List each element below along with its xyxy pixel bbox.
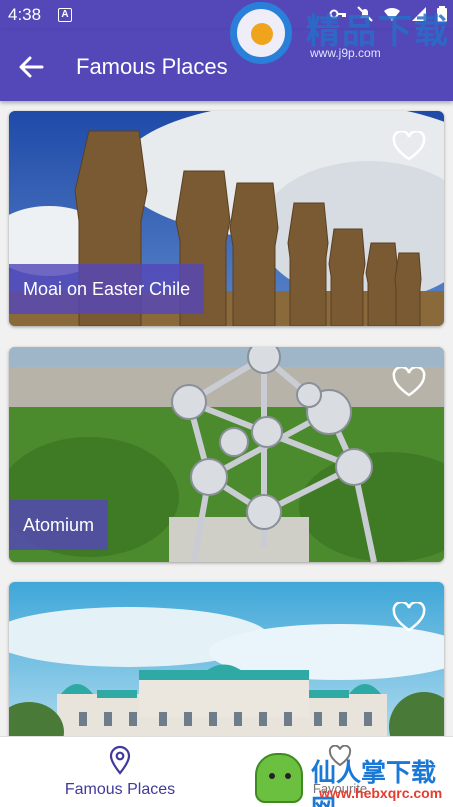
palace-image (9, 582, 444, 762)
place-name: Moai on Easter Chile (9, 264, 205, 314)
cactus-icon (255, 753, 303, 803)
place-card[interactable] (9, 582, 444, 762)
notification-a-icon: A (58, 8, 72, 22)
wifi-icon (384, 7, 400, 21)
location-pin-icon (109, 745, 131, 775)
status-time: 4:38 (8, 5, 42, 24)
nav-item-famous-places[interactable]: Famous Places (7, 737, 233, 807)
favorite-button[interactable] (392, 365, 426, 397)
watermark-cactus-logo: 仙人掌下载网 www.hebxqrc.com (255, 745, 453, 807)
place-name: Atomium (9, 500, 109, 550)
heart-outline-icon (392, 365, 426, 397)
key-icon (329, 9, 346, 19)
signal-icon (412, 7, 426, 21)
status-icons (329, 6, 447, 22)
battery-icon (437, 6, 447, 22)
watermark-url: www.hebxqrc.com (319, 785, 443, 801)
mute-icon (357, 6, 373, 22)
arrow-left-icon (19, 56, 44, 78)
app-bar: Famous Places (0, 30, 453, 101)
favorite-button[interactable] (392, 600, 426, 632)
page-title: Famous Places (76, 54, 228, 79)
status-bar: 4:38 A (0, 0, 453, 30)
back-button[interactable] (14, 50, 48, 84)
heart-outline-icon (392, 600, 426, 632)
nav-label: Famous Places (64, 781, 176, 798)
heart-outline-icon (392, 129, 426, 161)
place-card[interactable]: Moai on Easter Chile (9, 111, 444, 326)
place-card[interactable]: Atomium (9, 347, 444, 562)
favorite-button[interactable] (392, 129, 426, 161)
